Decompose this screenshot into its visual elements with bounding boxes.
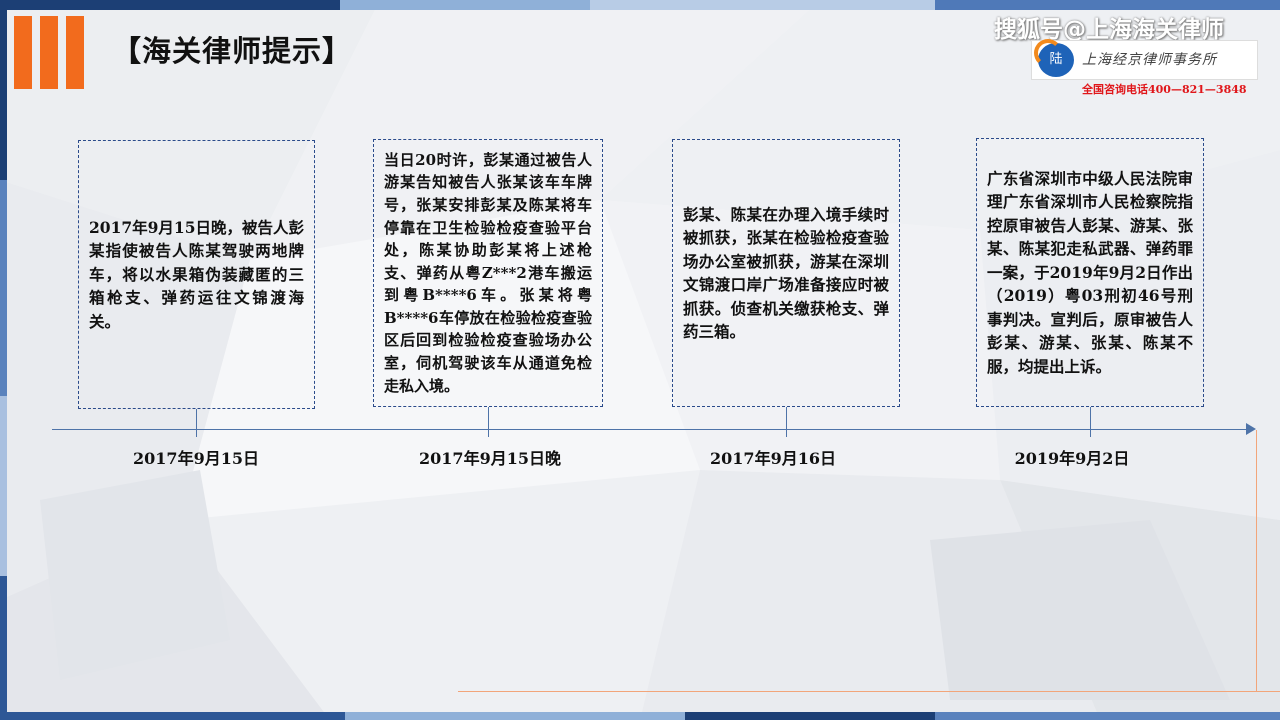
- event-text-2: 当日20时许，彭某通过被告人游某告知被告人张某该车车牌号，张某安排彭某及陈某将车…: [384, 150, 592, 395]
- event-date-1: 2017年9月15日: [133, 449, 259, 468]
- page-title: 【海关律师提示】: [112, 34, 353, 68]
- event-date-3: 2017年9月16日: [710, 449, 836, 468]
- event-card-1: 2017年9月15日晚，被告人彭某指使被告人陈某驾驶两地牌车，将以水果箱伪装藏匿…: [78, 140, 315, 409]
- top-decor-strip-4: [935, 0, 1280, 10]
- right-decor-line: [1256, 430, 1257, 692]
- event-card-4: 广东省深圳市中级人民法院审理广东省深圳市人民检察院指控原审被告人彭某、游某、张某…: [976, 138, 1204, 407]
- event-date-2: 2017年9月15日晚: [419, 449, 561, 468]
- bottom-decor-line: [458, 691, 1280, 692]
- event-text-4: 广东省深圳市中级人民法院审理广东省深圳市人民检察院指控原审被告人彭某、游某、张某…: [987, 168, 1193, 376]
- event-card-3: 彭某、陈某在办理入境手续时被抓获，张某在检验检疫查验场办公室被抓获，游某在深圳文…: [672, 139, 900, 407]
- timeline-axis: [52, 429, 1252, 430]
- top-decor-strip-2: [340, 0, 590, 10]
- accent-bar-1: [14, 16, 32, 89]
- bottom-decor-strip-2: [345, 712, 685, 720]
- event-text-1: 2017年9月15日晚，被告人彭某指使被告人陈某驾驶两地牌车，将以水果箱伪装藏匿…: [89, 217, 304, 331]
- timeline-tick-4: [1090, 407, 1091, 437]
- timeline-tick-3: [786, 407, 787, 437]
- timeline-arrow-icon: [1246, 423, 1256, 435]
- bottom-decor-strip-3: [685, 712, 935, 720]
- left-decor-strip: [0, 0, 7, 720]
- accent-bar-3: [66, 16, 84, 89]
- consult-phone: 全国咨询电话400—821—3848: [1082, 83, 1247, 96]
- timeline-tick-2: [488, 407, 489, 437]
- top-decor-strip-1: [0, 0, 340, 10]
- bottom-decor-strip-1: [0, 712, 345, 720]
- event-date-4: 2019年9月2日: [1014, 449, 1130, 468]
- firm-logo: 陆 上海经京律师事务所: [1031, 39, 1258, 80]
- top-decor-strip-3: [590, 0, 935, 10]
- firm-logo-icon: 陆: [1034, 39, 1074, 77]
- firm-name: 上海经京律师事务所: [1082, 52, 1217, 68]
- watermark: 搜狐号@上海海关律师: [994, 17, 1224, 43]
- bottom-decor-strip-4: [935, 712, 1280, 720]
- event-card-2: 当日20时许，彭某通过被告人游某告知被告人张某该车车牌号，张某安排彭某及陈某将车…: [373, 139, 603, 407]
- event-text-3: 彭某、陈某在办理入境手续时被抓获，张某在检验检疫查验场办公室被抓获，游某在深圳文…: [683, 204, 889, 342]
- timeline-tick-1: [196, 409, 197, 437]
- accent-bar-2: [40, 16, 58, 89]
